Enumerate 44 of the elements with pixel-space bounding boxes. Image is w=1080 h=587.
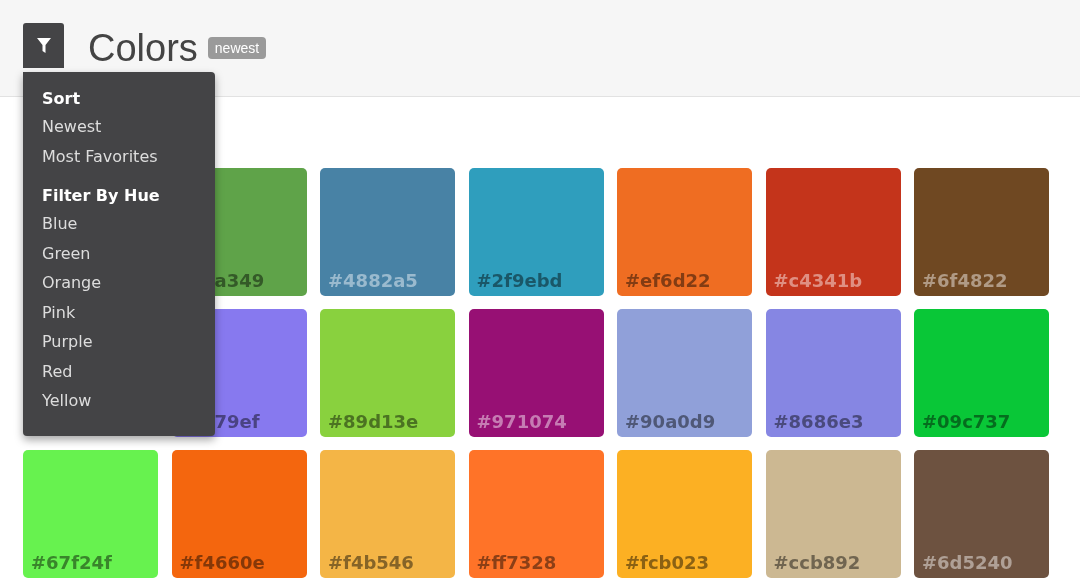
hex-label: #67f24f <box>31 552 112 573</box>
color-swatch[interactable]: #67f24f <box>23 450 158 578</box>
menu-item[interactable]: Newest <box>42 112 196 142</box>
hex-label: #6f4822 <box>922 270 1008 291</box>
hex-label: #ef6d22 <box>625 270 711 291</box>
color-swatch[interactable]: #2f9ebd <box>468 168 604 296</box>
color-swatch[interactable]: #09c737 <box>914 309 1049 437</box>
hex-label: #09c737 <box>922 411 1011 432</box>
color-swatch[interactable]: #6f4822 <box>914 168 1049 296</box>
hex-label: #ccb892 <box>773 552 861 573</box>
hex-label: #90a0d9 <box>625 411 716 432</box>
color-swatch[interactable]: #89d13e <box>320 309 455 437</box>
color-swatch[interactable]: #ef6d22 <box>617 168 752 296</box>
hex-label: 79ef <box>214 411 260 432</box>
menu-item[interactable]: Most Favorites <box>42 141 196 171</box>
color-swatch[interactable]: #fcb023 <box>617 450 752 578</box>
hex-label: #fcb023 <box>625 552 710 573</box>
hex-label: #f4b546 <box>328 552 414 573</box>
hex-label: #ff7328 <box>476 552 557 573</box>
color-swatch[interactable]: #c4341b <box>765 168 901 296</box>
sort-badge: newest <box>207 37 267 59</box>
hex-label: #6d5240 <box>922 552 1013 573</box>
page-title: Colors <box>88 26 198 70</box>
color-swatch[interactable]: #971074 <box>468 309 604 437</box>
filter-icon <box>36 38 51 53</box>
hex-label: #c4341b <box>773 270 863 291</box>
hex-label: #4882a5 <box>328 270 418 291</box>
filter-button[interactable] <box>23 23 64 68</box>
hex-label: #971074 <box>476 411 567 432</box>
color-swatch[interactable]: #8686e3 <box>765 309 901 437</box>
color-swatch[interactable]: #ccb892 <box>765 450 901 578</box>
hex-label: #8686e3 <box>773 411 864 432</box>
hex-label: #f4660e <box>179 552 265 573</box>
color-swatch[interactable]: #f4660e <box>171 450 307 578</box>
color-swatch[interactable]: #6d5240 <box>914 450 1049 578</box>
menu-heading: Filter By Hue <box>42 185 161 207</box>
hex-label: a349 <box>214 270 265 291</box>
color-swatch[interactable]: #4882a5 <box>320 168 455 296</box>
hex-label: #2f9ebd <box>476 270 563 291</box>
menu-heading: Sort <box>42 88 82 110</box>
color-swatch[interactable]: #90a0d9 <box>617 309 752 437</box>
color-swatch[interactable]: #f4b546 <box>320 450 455 578</box>
hex-label: #89d13e <box>328 411 419 432</box>
color-swatch[interactable]: #ff7328 <box>468 450 604 578</box>
